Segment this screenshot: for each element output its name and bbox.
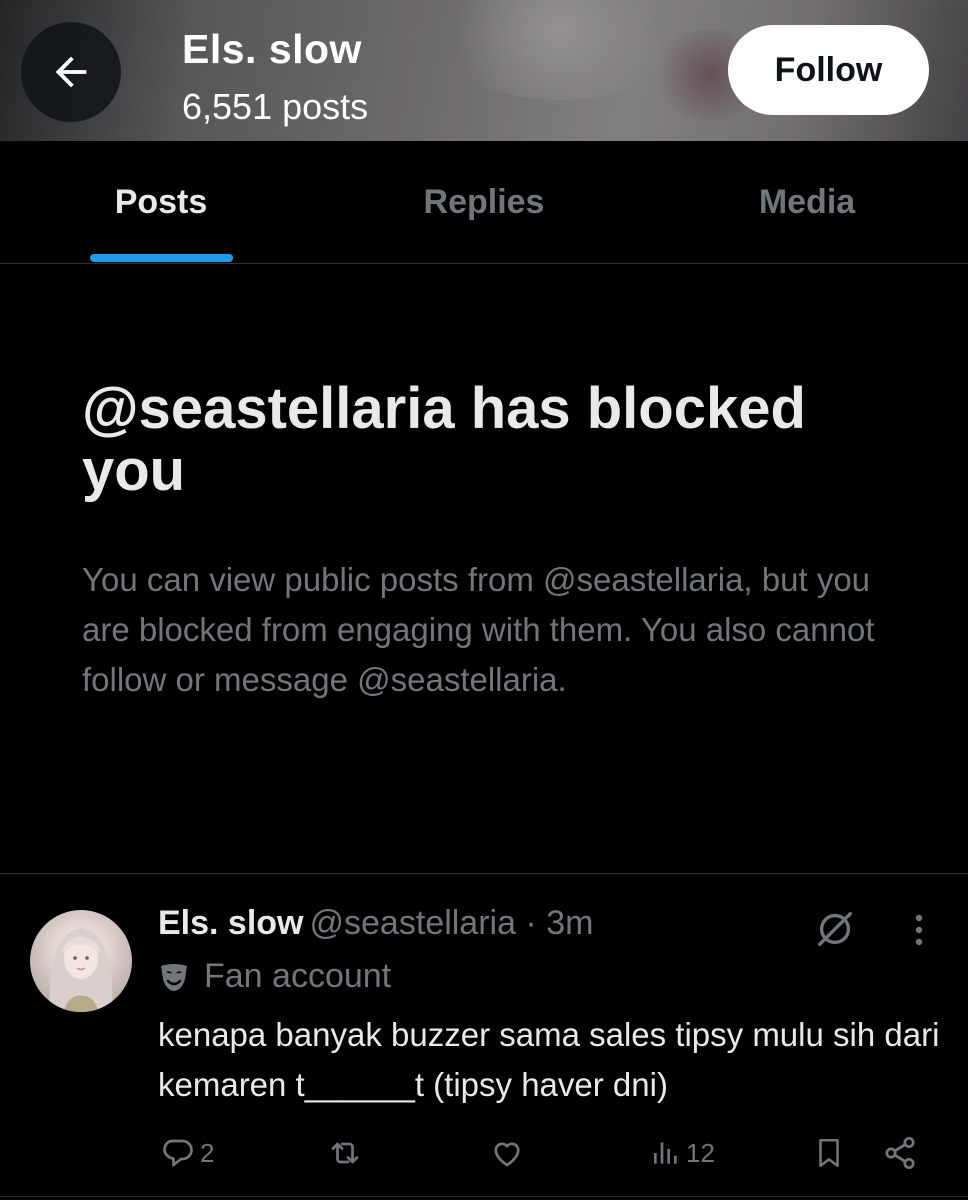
post-actions: 2 12 xyxy=(0,1130,968,1176)
profile-name: Els. slow xyxy=(182,26,362,72)
more-options-icon[interactable] xyxy=(904,910,934,950)
avatar-portrait-image xyxy=(49,928,113,1012)
post-author-name[interactable]: Els. slow xyxy=(158,904,304,942)
blocked-title: @seastellaria has blocked you xyxy=(82,376,806,503)
reply-count: 2 xyxy=(200,1137,215,1168)
repost-button[interactable] xyxy=(326,1130,368,1176)
repost-icon xyxy=(331,1142,359,1164)
views-count: 12 xyxy=(686,1137,715,1168)
profile-header: Els. slow 6,551 posts Follow xyxy=(0,0,968,141)
back-button[interactable] xyxy=(21,22,121,122)
post-text: kenapa banyak buzzer sama sales tipsy mu… xyxy=(158,1016,940,1103)
bookmark-icon xyxy=(819,1138,839,1168)
bookmark-button[interactable] xyxy=(812,1130,846,1176)
share-button[interactable] xyxy=(882,1130,918,1176)
tab-replies[interactable]: Replies xyxy=(322,141,646,263)
like-button[interactable] xyxy=(488,1130,530,1176)
avatar[interactable] xyxy=(30,910,132,1012)
post-label: Fan account xyxy=(158,957,391,996)
posts-count: 6,551 posts xyxy=(182,86,369,127)
blocked-description: You can view public posts from @seastell… xyxy=(82,561,875,698)
fan-mask-icon xyxy=(161,963,187,991)
grok-icon[interactable] xyxy=(812,906,858,952)
active-tab-indicator xyxy=(90,254,233,262)
share-icon xyxy=(885,1136,915,1170)
profile-tabs: Posts Replies Media xyxy=(0,141,968,264)
arrow-left-icon xyxy=(55,56,87,88)
tab-posts[interactable]: Posts xyxy=(0,141,322,263)
fan-account-label: Fan account xyxy=(204,957,392,995)
heart-icon xyxy=(494,1142,520,1167)
reply-icon xyxy=(163,1139,193,1167)
post-handle-time[interactable]: @seastellaria · 3m xyxy=(310,904,594,942)
views-button[interactable]: 12 xyxy=(650,1130,715,1176)
reply-button[interactable]: 2 xyxy=(160,1130,214,1176)
tab-media[interactable]: Media xyxy=(646,141,968,263)
views-bar-chart-icon xyxy=(654,1142,677,1164)
divider xyxy=(0,873,968,874)
post-author[interactable]: Els. slow @seastellaria · 3m xyxy=(158,904,593,943)
follow-button[interactable]: Follow xyxy=(728,25,929,115)
bottom-divider xyxy=(0,1196,968,1197)
